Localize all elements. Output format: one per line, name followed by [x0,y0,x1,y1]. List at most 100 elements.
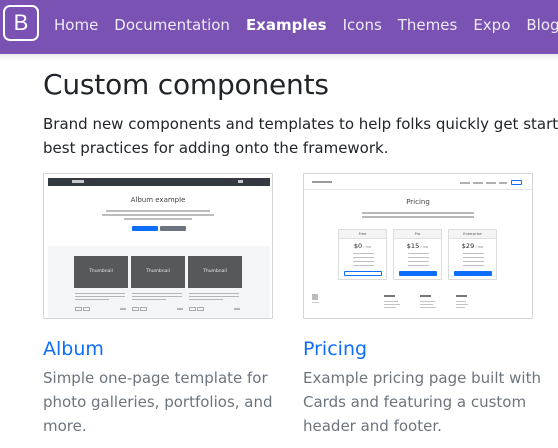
album-mini-tile: Thumbnail [188,256,242,288]
album-link[interactable]: Album [43,338,104,360]
pricing-mini-heading: Pricing [406,198,430,206]
section-title: Custom components [43,68,329,101]
album-mini-tile-text [189,299,223,301]
pricing-mini-feature [463,261,484,263]
album-mini-tile: Thumbnail [74,256,128,288]
album-mini-tile-text [189,296,239,298]
pricing-mini-plan-name: Pro [414,232,421,236]
nav-documentation-link[interactable]: Documentation [114,16,230,34]
pricing-mini-plan-card: Pro $15 / mo [393,229,442,280]
nav-themes-link[interactable]: Themes [398,16,458,34]
pricing-mini-footer-heading [384,295,395,297]
album-mini-tile-text [75,296,125,298]
album-mini-text [124,218,192,220]
album-mini-time [120,308,126,310]
pricing-mini-price-value: $15 [406,242,420,250]
pricing-mini-price-period: / mo [362,245,372,249]
pricing-mini-signup-free-button [344,271,382,276]
pricing-mini-feature [353,265,374,267]
pricing-mini-footer-heading [456,295,467,297]
pricing-mini-footer-link [420,301,435,303]
pricing-mini-plan-card: Free $0 / mo [338,229,387,280]
pricing-thumbnail[interactable]: Pricing Free $0 / mo Pro $15 / mo Enterp… [303,173,533,319]
album-mini-tile-text [132,293,182,295]
pricing-description: Example pricing page built with Cards an… [303,366,553,438]
album-description-line: more. [43,417,87,435]
album-mini-text [102,214,214,216]
section-lead-line: best practices for adding onto the frame… [43,139,389,157]
nav-examples-link[interactable]: Examples [246,16,327,34]
nav-blog-link[interactable]: Blog [526,16,558,34]
pricing-description-line: Cards and featuring a custom [303,393,527,411]
album-mini-tile-text [75,293,125,295]
album-thumbnail[interactable]: Album example Thumbnail Thumbnail Thumbn… [43,173,273,319]
pricing-mini-footer-link [456,304,468,306]
pricing-mini-feature [353,261,374,263]
pricing-mini-plan-card: Enterprise $29 / mo [448,229,497,280]
pricing-mini-price-period: / mo [474,245,484,249]
album-mini-time [234,308,240,310]
pricing-mini-plan-price: $29 / mo [449,242,496,250]
pricing-mini-signup-button [511,180,522,185]
album-mini-tile: Thumbnail [131,256,185,288]
pricing-mini-feature [408,253,429,255]
pricing-mini-footer-heading [420,295,431,297]
pricing-mini-footer-link [456,301,466,303]
pricing-mini-price-period: / mo [419,245,429,249]
pricing-mini-feature [408,265,429,267]
album-description-line: Simple one-page template for [43,369,268,387]
pricing-mini-footer-link [420,304,433,306]
pricing-description-line: header and footer. [303,417,442,435]
pricing-mini-feature [353,253,374,255]
nav-home-link[interactable]: Home [54,16,98,34]
pricing-mini-plan-price: $15 / mo [394,242,441,250]
album-mini-menu-icon [238,180,243,183]
nav-expo-link[interactable]: Expo [473,16,510,34]
pricing-mini-nav-link [486,182,496,184]
album-mini-tile-text [189,293,239,295]
pricing-mini-plan-name: Enterprise [463,232,482,236]
album-description: Simple one-page template for photo galle… [43,366,293,438]
pricing-mini-plan-name: Free [358,232,367,236]
pricing-mini-get-started-button [399,271,437,276]
album-mini-edit-button [83,307,90,311]
nav-links: Home Documentation Examples Icons Themes… [54,16,558,34]
pricing-mini-nav-link [499,182,507,184]
pricing-mini-contact-button [454,271,492,276]
section-lead: Brand new components and templates to he… [43,112,558,160]
album-mini-view-button [75,307,82,311]
album-description-line: photo galleries, portfolios, and [43,393,273,411]
bootstrap-logo[interactable]: B [3,5,39,41]
pricing-mini-nav-link [473,182,483,184]
pricing-mini-text [362,212,474,214]
album-mini-tile-text [75,299,109,301]
top-navbar: B Home Documentation Examples Icons Them… [0,0,558,54]
pricing-mini-footer-logo [312,294,318,300]
pricing-mini-footer-year [312,302,319,304]
album-mini-primary-button [132,226,158,231]
pricing-mini-footer-link [384,301,398,303]
pricing-mini-footer-link [384,307,396,309]
pricing-mini-footer-link [420,307,436,309]
pricing-mini-feature [463,257,484,259]
pricing-mini-brand [312,181,332,183]
album-mini-text [106,210,210,212]
pricing-mini-nav-link [460,182,470,184]
section-lead-line: Brand new components and templates to he… [43,115,558,133]
nav-icons-link[interactable]: Icons [343,16,382,34]
album-mini-view-button [132,307,139,311]
album-mini-edit-button [140,307,147,311]
pricing-mini-price-value: $29 [461,242,475,250]
album-mini-tile-text [132,296,182,298]
pricing-mini-price-value: $0 [353,242,363,250]
album-mini-heading: Album example [130,196,186,204]
album-mini-view-button [189,307,196,311]
pricing-mini-feature [353,257,374,259]
album-mini-tile-text [132,299,166,301]
pricing-mini-text [362,216,474,218]
pricing-link[interactable]: Pricing [303,338,367,360]
album-mini-secondary-button [160,226,186,231]
pricing-mini-footer-link [384,304,400,306]
album-mini-edit-button [197,307,204,311]
pricing-mini-plan-price: $0 / mo [339,242,386,250]
